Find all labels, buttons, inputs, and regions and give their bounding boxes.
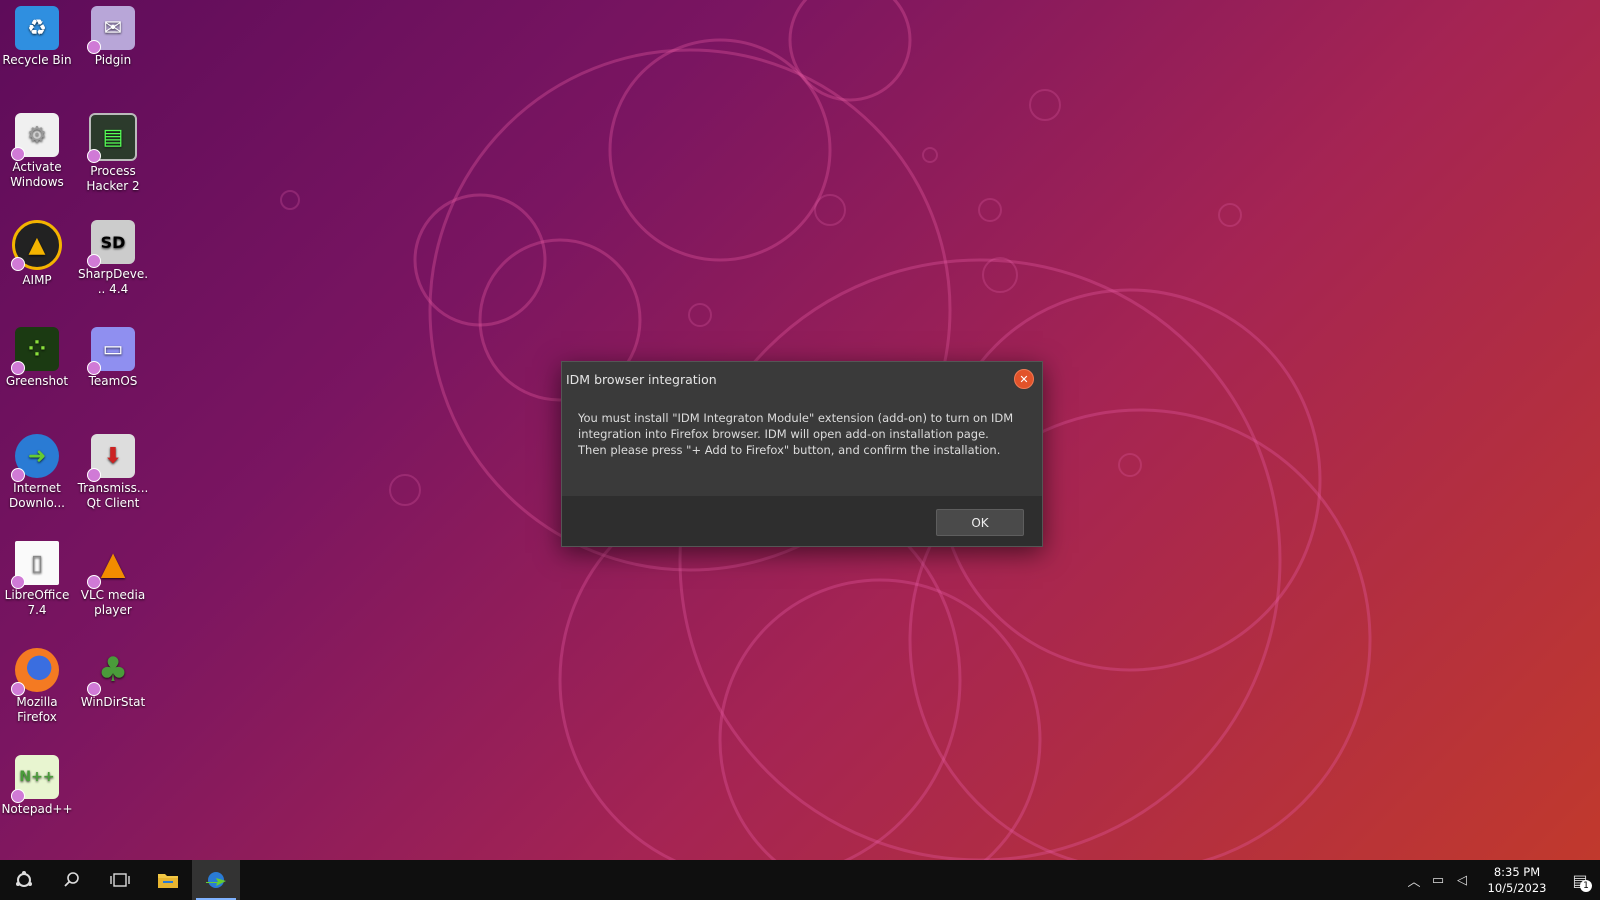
desktop-icon-process-hacker[interactable]: ▤ Process Hacker 2 — [77, 107, 149, 194]
desktop-icon-recycle-bin[interactable]: ♻ Recycle Bin — [1, 0, 73, 68]
process-hacker-icon: ▤ — [87, 113, 137, 163]
notepadpp-icon: N++ — [11, 755, 59, 803]
transmission-icon: ⬇ — [87, 434, 135, 482]
clock-date: 10/5/2023 — [1487, 881, 1547, 895]
system-tray: ︿ ▭ ◁ 8:35 PM 10/5/2023 ▤ 1 — [1402, 860, 1600, 900]
vlc-icon: ▲ — [87, 541, 135, 589]
desktop-icon-label: Recycle Bin — [2, 53, 72, 67]
shortcut-arrow-icon — [11, 575, 25, 589]
desktop-icon-vlc[interactable]: ▲ VLC media player — [77, 535, 149, 618]
dialog-title: IDM browser integration — [566, 371, 717, 387]
desktop-icon-label: SharpDeve... 4.4 — [77, 267, 149, 296]
activate-windows-icon: ⚙ — [11, 113, 59, 161]
desktop-icon-label: Process Hacker 2 — [86, 164, 140, 193]
desktop-icon-aimp[interactable]: ▲ AIMP — [1, 214, 73, 288]
desktop-icon-label: Notepad++ — [1, 802, 73, 816]
shortcut-arrow-icon — [87, 575, 101, 589]
shortcut-arrow-icon — [87, 682, 101, 696]
dialog-message-line: Then please press "+ Add to Firefox" but… — [578, 443, 1001, 457]
windirstat-icon: ♣ — [87, 648, 135, 696]
shortcut-arrow-icon — [87, 361, 101, 375]
desktop-icon-label: Transmiss... Qt Client — [77, 481, 149, 510]
shortcut-arrow-icon — [11, 682, 25, 696]
desktop-icon-idm[interactable]: ➜ Internet Downlo... — [1, 428, 73, 511]
desktop-icon-windirstat[interactable]: ♣ WinDirStat — [77, 642, 149, 710]
shortcut-arrow-icon — [87, 149, 101, 163]
firefox-icon — [11, 648, 59, 696]
desktop-icon-label: Pidgin — [94, 53, 132, 67]
shortcut-arrow-icon — [11, 789, 25, 803]
notification-count: 1 — [1580, 880, 1592, 892]
desktop-icon-label: Internet Downlo... — [9, 481, 65, 510]
search-button[interactable] — [48, 860, 96, 900]
desktop-icon-firefox[interactable]: Mozilla Firefox — [1, 642, 73, 725]
taskbar: ︿ ▭ ◁ 8:35 PM 10/5/2023 ▤ 1 — [0, 860, 1600, 900]
desktop-icon-label: Greenshot — [5, 374, 69, 388]
desktop-icon-label: WinDirStat — [80, 695, 146, 709]
clock[interactable]: 8:35 PM 10/5/2023 — [1480, 864, 1554, 896]
shortcut-arrow-icon — [87, 468, 101, 482]
close-button[interactable]: ✕ — [1014, 369, 1034, 389]
libreoffice-icon: ▯ — [11, 541, 59, 589]
aimp-icon: ▲ — [11, 220, 62, 271]
desktop-icon-sharpdevelop[interactable]: SD SharpDeve... 4.4 — [77, 214, 149, 297]
desktop-icon-libreoffice[interactable]: ▯ LibreOffice 7.4 — [1, 535, 73, 618]
pidgin-icon: ✉ — [87, 6, 135, 54]
desktop-icon-label: Activate Windows — [10, 160, 64, 189]
desktop-icon-activate-windows[interactable]: ⚙ Activate Windows — [1, 107, 73, 190]
idm-taskbar-button[interactable] — [192, 860, 240, 900]
action-center-button[interactable]: ▤ 1 — [1560, 860, 1600, 900]
dialog-message-line: integration into Firefox browser. IDM wi… — [578, 427, 989, 441]
recycle-bin-icon: ♻ — [15, 6, 59, 50]
desktop-icon-label: LibreOffice 7.4 — [4, 588, 70, 617]
shortcut-arrow-icon — [11, 147, 25, 161]
desktop-icon-teamos[interactable]: ▭ TeamOS — [77, 321, 149, 389]
shortcut-arrow-icon — [87, 254, 101, 268]
desktop-icon-transmission[interactable]: ⬇ Transmiss... Qt Client — [77, 428, 149, 511]
desktop-icon-label: VLC media player — [80, 588, 146, 617]
internet-download-manager-icon — [206, 872, 226, 888]
desktop-icon-notepadpp[interactable]: N++ Notepad++ — [1, 749, 73, 817]
ok-button[interactable]: OK — [936, 509, 1024, 536]
desktop-icon-pidgin[interactable]: ✉ Pidgin — [77, 0, 149, 68]
internet-download-manager-icon: ➜ — [11, 434, 59, 482]
start-button[interactable] — [0, 860, 48, 900]
shortcut-arrow-icon — [11, 361, 25, 375]
greenshot-icon: ⁘ — [11, 327, 59, 375]
sharpdevelop-icon: SD — [87, 220, 135, 268]
task-view-icon — [110, 873, 130, 887]
close-icon: ✕ — [1019, 372, 1029, 386]
chevron-up-icon[interactable]: ︿ — [1402, 871, 1426, 890]
shortcut-arrow-icon — [11, 468, 25, 482]
network-icon[interactable]: ▭ — [1426, 873, 1450, 888]
ubuntu-start-icon — [16, 871, 32, 887]
dialog-message-line: You must install "IDM Integraton Module"… — [578, 411, 1014, 425]
shortcut-arrow-icon — [87, 40, 101, 54]
dialog-footer: OK — [562, 496, 1042, 546]
desktop-icon-greenshot[interactable]: ⁘ Greenshot — [1, 321, 73, 389]
teamos-icon: ▭ — [87, 327, 135, 375]
task-view-button[interactable] — [96, 860, 144, 900]
desktop-icon-label: AIMP — [22, 273, 52, 287]
file-explorer-button[interactable] — [144, 860, 192, 900]
search-icon — [64, 872, 79, 887]
dialog-message: You must install "IDM Integraton Module"… — [562, 396, 1042, 496]
desktop-icon-label: TeamOS — [88, 374, 138, 388]
folder-icon — [158, 874, 178, 888]
shortcut-arrow-icon — [11, 257, 25, 271]
volume-muted-icon[interactable]: ◁ — [1450, 873, 1474, 888]
idm-integration-dialog: IDM browser integration ✕ You must insta… — [561, 361, 1043, 547]
dialog-titlebar[interactable]: IDM browser integration ✕ — [562, 362, 1042, 396]
clock-time: 8:35 PM — [1493, 865, 1541, 879]
desktop-icon-label: Mozilla Firefox — [16, 695, 58, 724]
